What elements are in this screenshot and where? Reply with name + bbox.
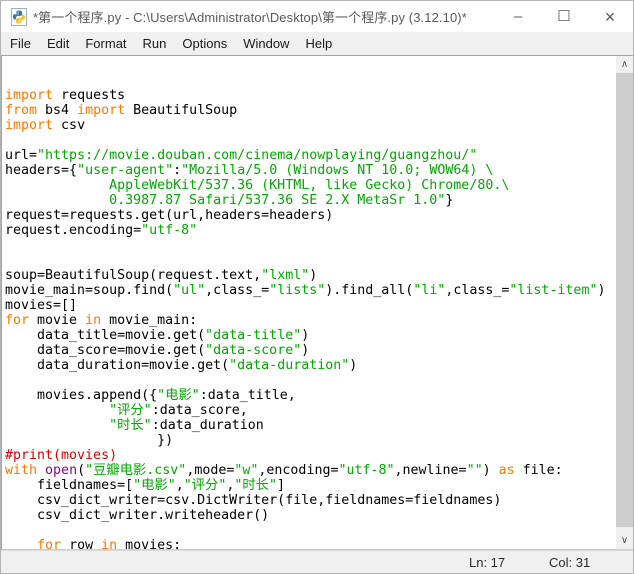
code-line <box>5 253 616 268</box>
code-line: "时长":data_duration <box>5 418 616 433</box>
code-line: import csv <box>5 118 616 133</box>
code-line: from bs4 import BeautifulSoup <box>5 103 616 118</box>
code-line: for movie in movie_main: <box>5 313 616 328</box>
code-line: request.encoding="utf-8" <box>5 223 616 238</box>
code-line <box>5 523 616 538</box>
code-line: movie_main=soup.find("ul",class_="lists"… <box>5 283 616 298</box>
code-line: data_title=movie.get("data-title") <box>5 328 616 343</box>
code-line <box>5 238 616 253</box>
statusbar: Ln: 17 Col: 31 <box>1 550 633 573</box>
code-line: import requests <box>5 88 616 103</box>
code-line: 0.3987.87 Safari/537.36 SE 2.X MetaSr 1.… <box>5 193 616 208</box>
code-line: for row in movies: <box>5 538 616 549</box>
menu-options[interactable]: Options <box>174 33 235 54</box>
status-column-number: Col: 31 <box>539 555 619 570</box>
status-line-number: Ln: 17 <box>459 555 539 570</box>
scrollbar-thumb[interactable] <box>616 73 633 527</box>
code-line: movies=[] <box>5 298 616 313</box>
editor-area: import requestsfrom bs4 import Beautiful… <box>1 55 633 550</box>
menubar: File Edit Format Run Options Window Help <box>1 32 633 55</box>
code-line: data_score=movie.get("data-score") <box>5 343 616 358</box>
idle-editor-window: *第一个程序.py - C:\Users\Administrator\Deskt… <box>0 0 634 574</box>
vertical-scrollbar[interactable]: ∧ ∨ <box>616 56 633 549</box>
minimize-button[interactable]: – <box>495 1 541 32</box>
menu-edit[interactable]: Edit <box>39 33 77 54</box>
code-line: }) <box>5 433 616 448</box>
menu-window[interactable]: Window <box>235 33 297 54</box>
code-line: "评分":data_score, <box>5 403 616 418</box>
menu-help[interactable]: Help <box>297 33 340 54</box>
menu-run[interactable]: Run <box>135 33 175 54</box>
close-button[interactable]: × <box>587 1 633 32</box>
maximize-button[interactable]: ☐ <box>541 1 587 32</box>
code-line: request=requests.get(url,headers=headers… <box>5 208 616 223</box>
code-line: AppleWebKit/537.36 (KHTML, like Gecko) C… <box>5 178 616 193</box>
code-line: fieldnames=["电影","评分","时长"] <box>5 478 616 493</box>
code-line <box>5 373 616 388</box>
code-line: movies.append({"电影":data_title, <box>5 388 616 403</box>
python-file-icon <box>10 8 28 26</box>
code-line: url="https://movie.douban.com/cinema/now… <box>5 148 616 163</box>
scroll-up-icon[interactable]: ∧ <box>616 56 633 73</box>
menu-file[interactable]: File <box>2 33 39 54</box>
window-title: *第一个程序.py - C:\Users\Administrator\Deskt… <box>33 7 495 26</box>
titlebar[interactable]: *第一个程序.py - C:\Users\Administrator\Deskt… <box>1 1 633 32</box>
code-line <box>5 133 616 148</box>
menu-format[interactable]: Format <box>77 33 134 54</box>
code-line: soup=BeautifulSoup(request.text,"lxml") <box>5 268 616 283</box>
scroll-down-icon[interactable]: ∨ <box>616 532 633 549</box>
code-line: csv_dict_writer=csv.DictWriter(file,fiel… <box>5 493 616 508</box>
code-line: headers={"user-agent":"Mozilla/5.0 (Wind… <box>5 163 616 178</box>
code-editor[interactable]: import requestsfrom bs4 import Beautiful… <box>2 56 616 549</box>
window-controls: – ☐ × <box>495 1 633 32</box>
code-lines: import requestsfrom bs4 import Beautiful… <box>5 88 616 549</box>
code-line: csv_dict_writer.writeheader() <box>5 508 616 523</box>
code-line: data_duration=movie.get("data-duration") <box>5 358 616 373</box>
code-line: #print(movies) <box>5 448 616 463</box>
code-line: with open("豆瓣电影.csv",mode="w",encoding="… <box>5 463 616 478</box>
